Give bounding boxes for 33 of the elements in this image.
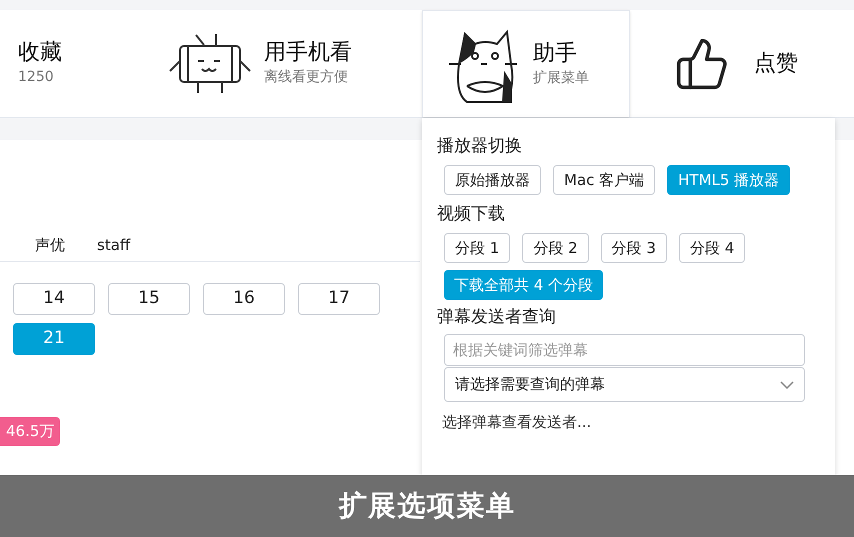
header-subtitle: 1250 (18, 68, 55, 87)
chevron-down-icon (780, 380, 794, 388)
section-title: 弹幕发送者查询 (437, 306, 557, 329)
header-title: 用手机看 (264, 39, 352, 67)
hint-text: 选择弹幕查看发送者... (441, 412, 592, 433)
episode-button[interactable]: 14 (13, 283, 95, 315)
header-tab[interactable]: 点赞 (630, 10, 854, 117)
play-count-badge: 46.5万 (0, 417, 60, 446)
header-tab[interactable]: 用手机看 离线看更方便 (140, 10, 422, 117)
filter-input-field[interactable]: 根据关键词筛选弹幕 (444, 334, 805, 366)
caption-text: 扩展选项菜单 (338, 488, 516, 524)
option-button[interactable]: 分段 4 (678, 233, 746, 263)
header-subtitle: 扩展菜单 (533, 68, 589, 88)
section-title: 视频下载 (437, 203, 506, 226)
header-title: 收藏 (18, 39, 62, 67)
option-button[interactable]: 分段 2 (522, 233, 589, 263)
option-button[interactable]: 原始播放器 (444, 165, 541, 195)
option-button[interactable]: Mac 客户端 (553, 165, 656, 195)
option-button[interactable]: 分段 3 (600, 233, 667, 263)
info-tab[interactable]: 声优 (35, 234, 65, 257)
episode-button[interactable]: 17 (298, 283, 380, 315)
header-tab[interactable]: 收藏 1250 (0, 10, 140, 117)
phone-mascot-icon (168, 32, 252, 94)
header-subtitle: 离线看更方便 (264, 68, 349, 87)
info-tab[interactable]: staff (97, 234, 130, 257)
section-title: 播放器切换 (437, 135, 523, 158)
header-title: 助手 (533, 40, 578, 68)
danmaku-select[interactable]: 请选择需要查询的弹幕 (444, 367, 805, 402)
header-tab[interactable]: 助手 扩展菜单 (422, 10, 630, 117)
episode-button[interactable]: 15 (108, 283, 190, 315)
header-title: 点赞 (754, 50, 798, 78)
episode-button[interactable]: 16 (203, 283, 285, 315)
option-button[interactable]: 分段 1 (444, 233, 510, 263)
